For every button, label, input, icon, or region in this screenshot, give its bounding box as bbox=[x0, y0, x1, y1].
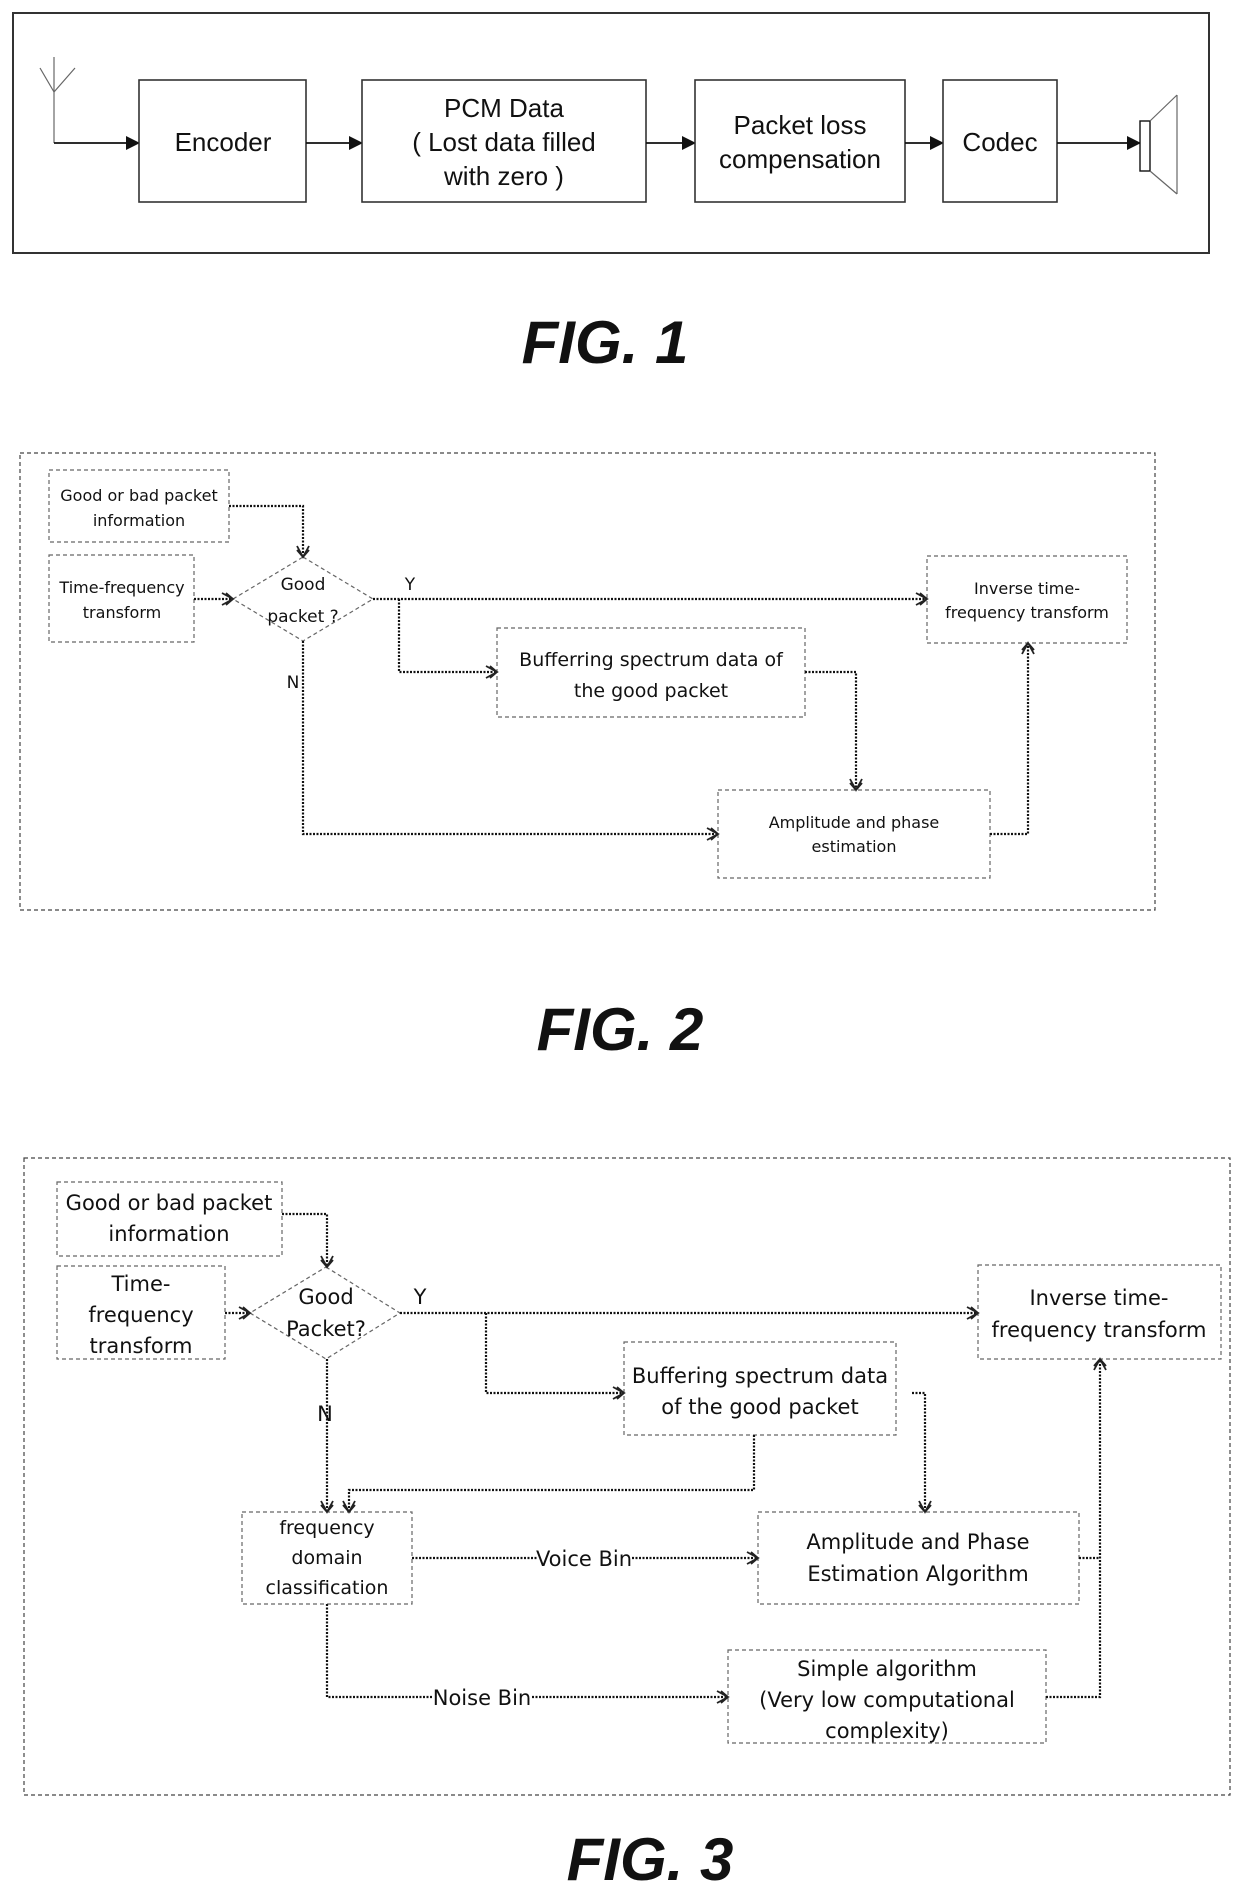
fig1-diagram: Encoder PCM Data ( Lost data filled with… bbox=[12, 12, 1210, 376]
fig3-simple-line3: complexity) bbox=[825, 1719, 949, 1743]
fig3-buffering-line1: Buffering spectrum data bbox=[632, 1364, 888, 1388]
fig2-tf-line2: transform bbox=[83, 603, 161, 622]
plc-label-line2: compensation bbox=[719, 144, 881, 174]
fig3-classification-line2: domain bbox=[291, 1547, 362, 1569]
fig3-line-classification-noise bbox=[325, 1604, 432, 1699]
fig2-good-bad-info-line2: information bbox=[93, 511, 185, 530]
fig3-inverse-line2: frequency transform bbox=[992, 1318, 1207, 1342]
fig3-no-label: N bbox=[317, 1402, 333, 1426]
fig3-voice-bin-label: Voice Bin bbox=[536, 1547, 632, 1571]
fig3-buffering-line2: of the good packet bbox=[661, 1395, 858, 1419]
fig3-good-bad-info-line2: information bbox=[108, 1222, 229, 1246]
fig2-good-packet-decision bbox=[231, 556, 375, 642]
fig3-inverse-tf-box bbox=[977, 1264, 1222, 1360]
fig2-yes-label: Y bbox=[404, 575, 416, 595]
fig3-arrow-info-to-decision bbox=[282, 1212, 334, 1269]
fig3-good-bad-info-line1: Good or bad packet bbox=[66, 1191, 273, 1215]
fig3-noise-bin-label: Noise Bin bbox=[433, 1686, 531, 1710]
fig2-no-label: N bbox=[287, 673, 300, 693]
codec-label: Codec bbox=[962, 127, 1037, 157]
plc-label-line1: Packet loss bbox=[734, 110, 867, 140]
pcm-label-line3: with zero ) bbox=[443, 161, 564, 191]
fig3-arrow-buffering-to-classification bbox=[342, 1435, 756, 1514]
fig3-amp-phase-line1: Amplitude and Phase bbox=[806, 1530, 1029, 1554]
encoder-label: Encoder bbox=[175, 127, 272, 157]
fig3-amp-phase-line2: Estimation Algorithm bbox=[807, 1562, 1028, 1586]
fig3-tf-line3: transform bbox=[90, 1334, 193, 1358]
fig3-simple-line2: (Very low computational bbox=[759, 1688, 1015, 1712]
fig2-decision-line2: packet ? bbox=[267, 607, 338, 627]
fig2-arrow-yes-to-buffering bbox=[397, 599, 499, 679]
fig3-tf-line2: frequency bbox=[88, 1303, 193, 1327]
fig3-yes-label: Y bbox=[413, 1285, 427, 1309]
antenna-icon bbox=[39, 57, 76, 143]
fig2-arrow-amp-to-inverse bbox=[990, 641, 1035, 836]
fig2-buffering-box bbox=[496, 627, 806, 718]
fig3-inverse-line1: Inverse time- bbox=[1029, 1286, 1168, 1310]
pcm-label-line2: ( Lost data filled bbox=[412, 127, 596, 157]
fig3-classification-line3: classification bbox=[266, 1577, 389, 1599]
fig3-decision-line1: Good bbox=[298, 1285, 353, 1309]
fig2-inverse-tf-box bbox=[926, 555, 1128, 644]
fig3-simple-line1: Simple algorithm bbox=[797, 1657, 977, 1681]
fig2-buffering-line1: Bufferring spectrum data of bbox=[519, 649, 784, 671]
fig2-inverse-line2: frequency transform bbox=[945, 603, 1109, 622]
fig2-diagram: Good or bad packet information Time-freq… bbox=[19, 452, 1156, 1063]
fig2-good-bad-info-line1: Good or bad packet bbox=[60, 486, 217, 505]
fig2-arrow-info-to-decision bbox=[229, 504, 310, 559]
fig2-arrow-buffering-to-amp bbox=[805, 670, 863, 792]
fig3-amp-phase-box bbox=[757, 1511, 1080, 1605]
fig3-diagram: Good or bad packet information Time- fre… bbox=[23, 1157, 1231, 1893]
fig2-amp-phase-line2: estimation bbox=[812, 837, 897, 856]
fig3-decision-line2: Packet? bbox=[286, 1317, 366, 1341]
packet-loss-compensation-box bbox=[694, 79, 906, 203]
patent-figures-sheet: Encoder PCM Data ( Lost data filled with… bbox=[12, 12, 1231, 1893]
fig2-amp-phase-box bbox=[717, 789, 991, 879]
fig2-amp-phase-line1: Amplitude and phase bbox=[769, 813, 940, 832]
fig3-arrow-yes-to-buffering bbox=[484, 1313, 626, 1400]
fig2-tf-transform-box bbox=[48, 554, 195, 643]
fig2-inverse-line1: Inverse time- bbox=[974, 579, 1080, 598]
fig1-caption: FIG. 1 bbox=[522, 309, 689, 376]
fig2-good-bad-info-box bbox=[48, 469, 230, 543]
fig3-good-packet-decision bbox=[248, 1266, 402, 1360]
fig2-caption: FIG. 2 bbox=[537, 996, 704, 1063]
fig3-buffering-box bbox=[623, 1341, 897, 1436]
fig2-buffering-line2: the good packet bbox=[574, 680, 728, 702]
fig3-arrow-buffering-to-amp bbox=[912, 1391, 932, 1514]
fig3-tf-line1: Time- bbox=[111, 1272, 171, 1296]
speaker-icon bbox=[1139, 94, 1178, 195]
pcm-label-line1: PCM Data bbox=[444, 93, 564, 123]
fig2-tf-line1: Time-frequency bbox=[58, 578, 184, 597]
fig3-caption: FIG. 3 bbox=[567, 1826, 734, 1893]
fig3-classification-line1: frequency bbox=[279, 1517, 374, 1539]
fig2-decision-line1: Good bbox=[281, 575, 326, 595]
